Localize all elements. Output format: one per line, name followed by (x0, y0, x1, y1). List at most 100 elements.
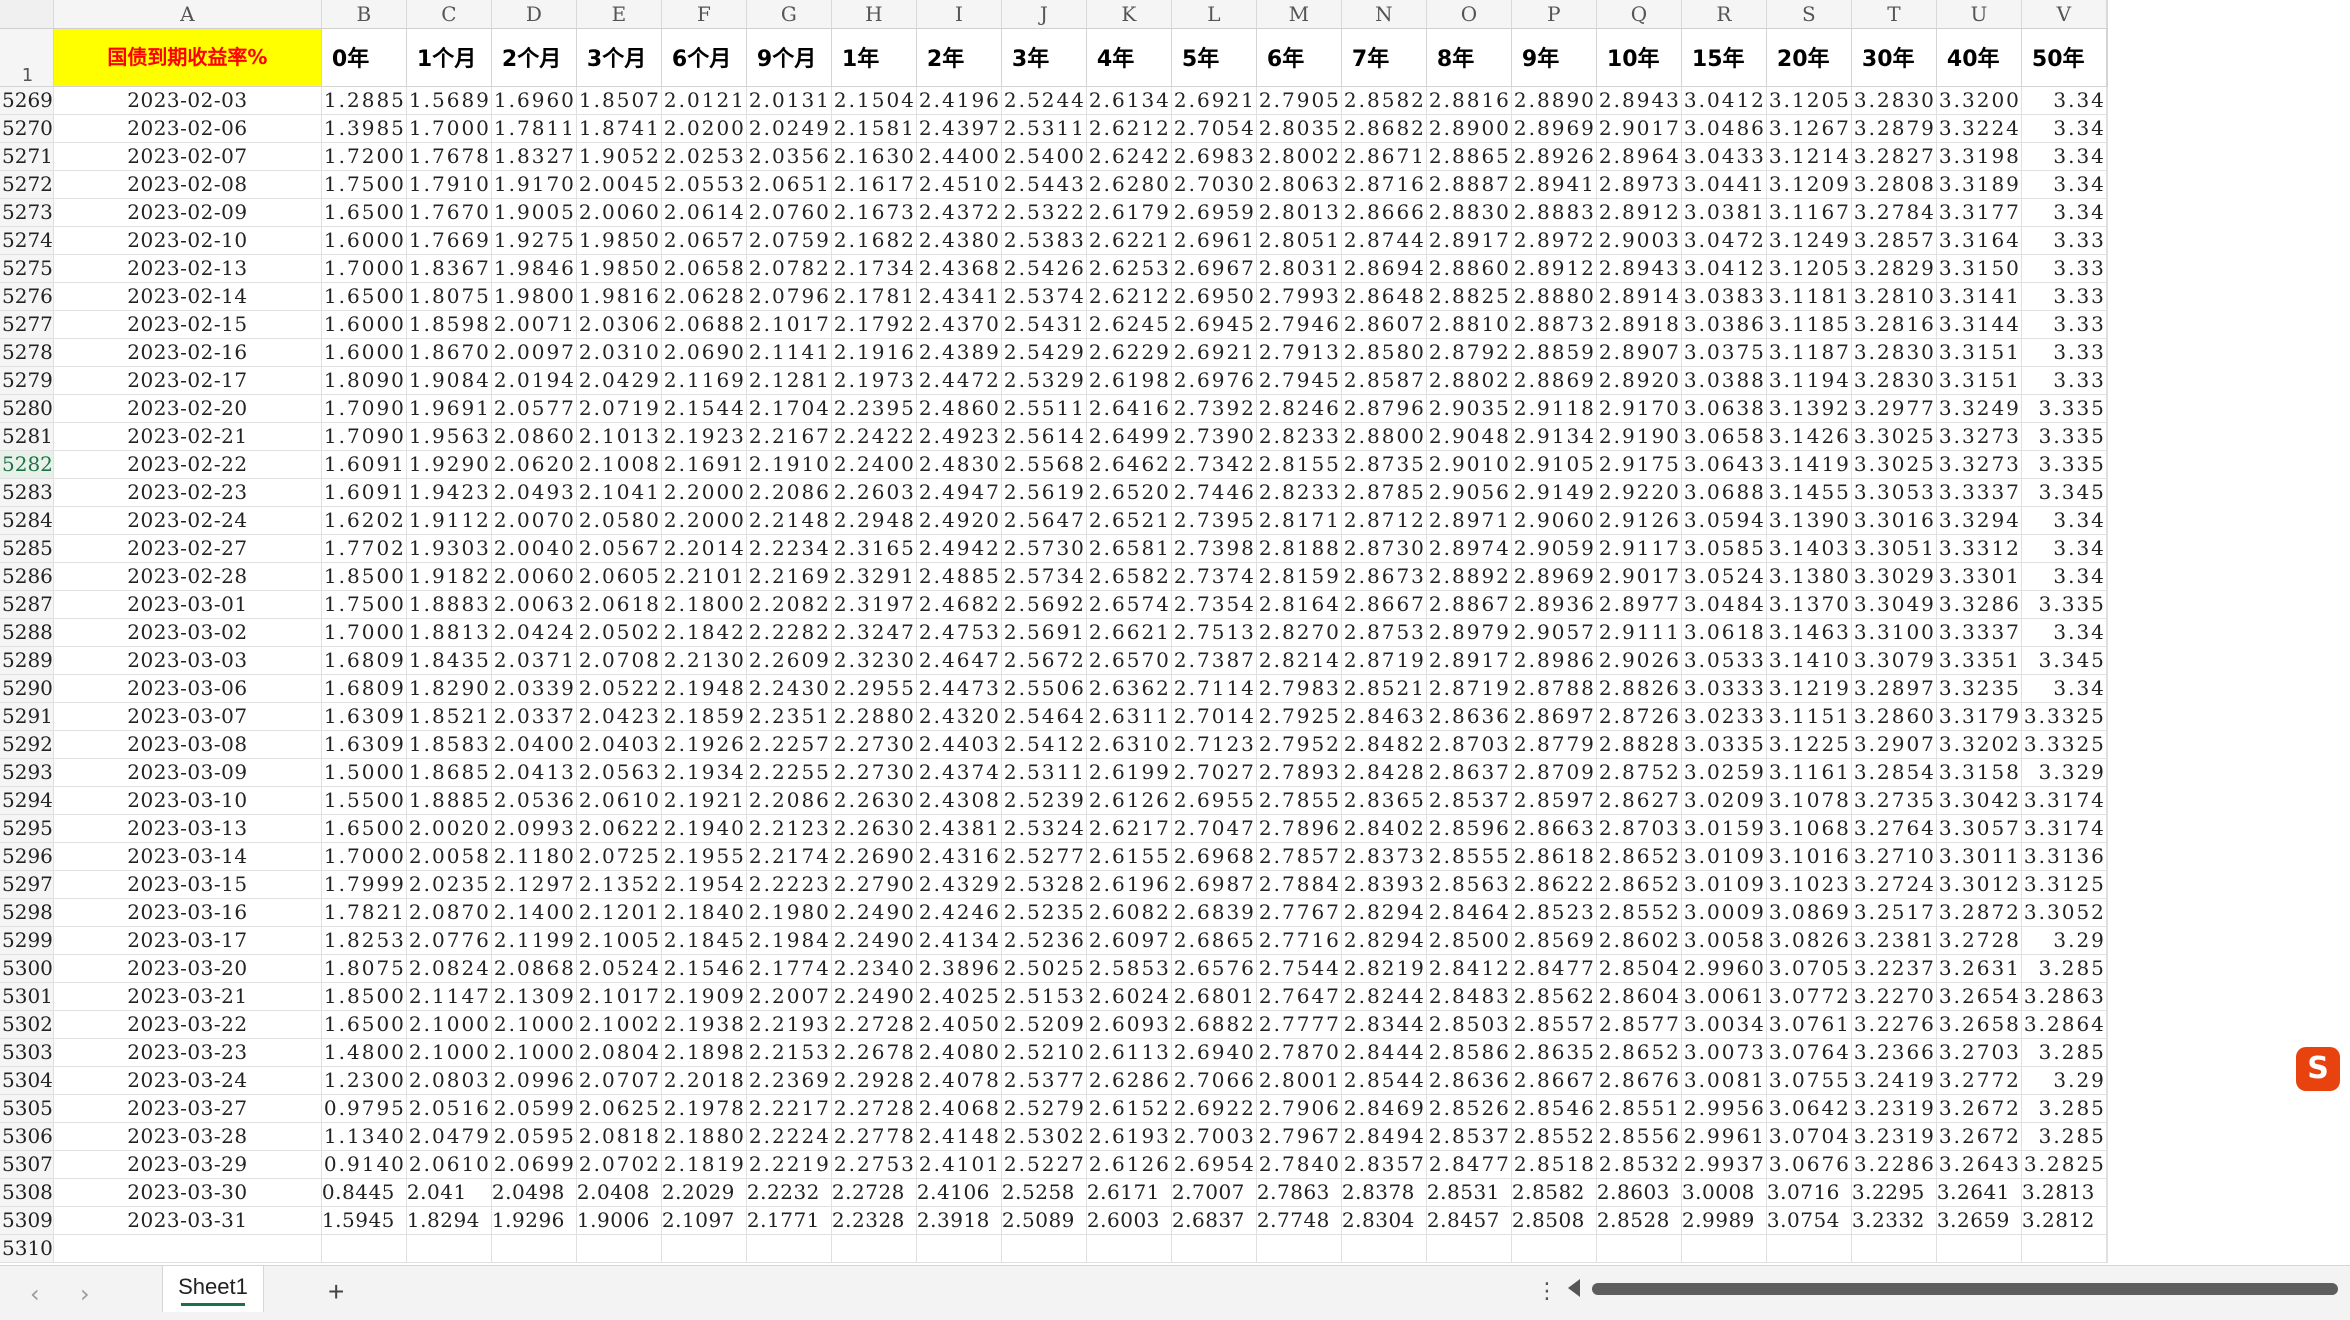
date-cell[interactable]: 2023-02-09 (53, 198, 322, 227)
yield-cell[interactable]: 2.4753 (916, 618, 1002, 647)
yield-cell[interactable]: 2.8676 (1596, 1066, 1682, 1095)
yield-cell[interactable]: 2.9048 (1426, 422, 1512, 451)
yield-cell[interactable]: 2.1000 (406, 1010, 492, 1039)
yield-cell[interactable]: 2.8972 (1511, 226, 1597, 255)
row-header[interactable]: 5277 (0, 310, 54, 339)
yield-cell[interactable]: 2.8604 (1596, 982, 1682, 1011)
prev-sheet-arrow-icon[interactable]: ‹ (30, 1280, 40, 1308)
cell[interactable] (2106, 1010, 2108, 1039)
yield-cell[interactable]: 3.2381 (1851, 926, 1937, 955)
yield-cell[interactable]: 2.8667 (1341, 590, 1427, 619)
yield-cell[interactable]: 2.7395 (1171, 506, 1257, 535)
row-header[interactable]: 5278 (0, 338, 54, 367)
yield-cell[interactable]: 3.2772 (1936, 1066, 2022, 1095)
yield-cell[interactable]: 2.5734 (1001, 562, 1087, 591)
yield-cell[interactable]: 2.1617 (831, 170, 917, 199)
yield-cell[interactable]: 2.2086 (746, 786, 832, 815)
yield-cell[interactable]: 2.1281 (746, 366, 832, 395)
yield-cell[interactable]: 2.6155 (1086, 842, 1172, 871)
yield-cell[interactable]: 2.6961 (1171, 226, 1257, 255)
yield-cell[interactable]: 2.6134 (1086, 86, 1172, 115)
yield-cell[interactable]: 2.2224 (746, 1122, 832, 1151)
yield-cell[interactable]: 2.0605 (576, 562, 662, 591)
yield-cell[interactable]: 2.8552 (1511, 1122, 1597, 1151)
yield-cell[interactable]: 2.0610 (576, 786, 662, 815)
yield-cell[interactable]: 2.8830 (1426, 198, 1512, 227)
row-header[interactable]: 5300 (0, 954, 54, 983)
yield-cell[interactable]: 3.345 (2021, 646, 2107, 675)
date-cell[interactable]: 2023-02-07 (53, 142, 322, 171)
yield-cell[interactable]: 2.4885 (916, 562, 1002, 591)
yield-cell[interactable]: 2.7946 (1256, 310, 1342, 339)
yield-cell[interactable]: 2.2086 (746, 478, 832, 507)
yield-cell[interactable]: 2.2400 (831, 450, 917, 479)
yield-cell[interactable]: 2.2217 (746, 1094, 832, 1123)
yield-cell[interactable]: 3.0233 (1681, 702, 1767, 731)
yield-cell[interactable]: 2.1630 (831, 142, 917, 171)
yield-cell[interactable]: 1.9182 (406, 562, 492, 591)
yield-cell[interactable]: 2.0818 (576, 1122, 662, 1151)
yield-cell[interactable]: 2.8393 (1341, 870, 1427, 899)
column-header-g[interactable]: G (746, 0, 832, 29)
yield-cell[interactable]: 2.2948 (831, 506, 917, 535)
yield-cell[interactable]: 2.6987 (1171, 870, 1257, 899)
yield-cell[interactable]: 2.4106 (916, 1178, 1002, 1207)
yield-cell[interactable]: 3.2728 (1936, 926, 2022, 955)
cell[interactable] (2106, 86, 2108, 115)
yield-cell[interactable]: 3.2825 (2021, 1150, 2107, 1179)
yield-cell[interactable]: 2.8800 (1341, 422, 1427, 451)
yield-cell[interactable]: 2.0424 (491, 618, 577, 647)
yield-cell[interactable]: 2.1734 (831, 254, 917, 283)
yield-cell[interactable]: 2.4510 (916, 170, 1002, 199)
yield-cell[interactable]: 2.7945 (1256, 366, 1342, 395)
yield-cell[interactable]: 2.0194 (491, 366, 577, 395)
yield-cell[interactable]: 2.3291 (831, 562, 917, 591)
date-cell[interactable]: 2023-03-03 (53, 646, 322, 675)
yield-cell[interactable]: 2.1309 (491, 982, 577, 1011)
yield-cell[interactable]: 2.8013 (1256, 198, 1342, 227)
yield-cell[interactable]: 2.2753 (831, 1150, 917, 1179)
yield-cell[interactable]: 2.8712 (1341, 506, 1427, 535)
yield-cell[interactable]: 2.2082 (746, 590, 832, 619)
yield-cell[interactable]: 2.4920 (916, 506, 1002, 535)
yield-cell[interactable]: 2.1013 (576, 422, 662, 451)
yield-cell[interactable]: 2.6152 (1086, 1094, 1172, 1123)
yield-cell[interactable]: 2.7855 (1256, 786, 1342, 815)
yield-cell[interactable]: 2.8508 (1511, 1206, 1597, 1235)
yield-cell[interactable]: 2.5025 (1001, 954, 1087, 983)
yield-cell[interactable]: 2.3247 (831, 618, 917, 647)
yield-cell[interactable]: 2.2193 (746, 1010, 832, 1039)
yield-cell[interactable] (2021, 1234, 2107, 1263)
yield-cell[interactable]: 2.8636 (1426, 1066, 1512, 1095)
yield-cell[interactable]: 2.0868 (491, 954, 577, 983)
yield-cell[interactable]: 3.2907 (1851, 730, 1937, 759)
yield-cell[interactable]: 2.0796 (746, 282, 832, 311)
yield-cell[interactable]: 3.3202 (1936, 730, 2022, 759)
yield-cell[interactable]: 2.8365 (1341, 786, 1427, 815)
yield-cell[interactable]: 1.6500 (321, 282, 407, 311)
row-header[interactable]: 5271 (0, 142, 54, 171)
yield-cell[interactable]: 2.8544 (1341, 1066, 1427, 1095)
yield-cell[interactable]: 2.5235 (1001, 898, 1087, 927)
yield-cell[interactable]: 3.3136 (2021, 842, 2107, 871)
yield-cell[interactable]: 2.8883 (1511, 198, 1597, 227)
yield-cell[interactable]: 1.8500 (321, 562, 407, 591)
yield-cell[interactable]: 3.0772 (1766, 982, 1852, 1011)
yield-cell[interactable]: 3.3079 (1851, 646, 1937, 675)
yield-cell[interactable]: 3.0704 (1766, 1122, 1852, 1151)
yield-cell[interactable]: 2.0058 (406, 842, 492, 871)
yield-cell[interactable]: 2.5568 (1001, 450, 1087, 479)
cell[interactable] (2106, 618, 2108, 647)
yield-cell[interactable]: 2.8563 (1426, 870, 1512, 899)
yield-cell[interactable]: 3.3337 (1936, 478, 2022, 507)
yield-cell[interactable]: 2.0249 (746, 114, 832, 143)
yield-cell[interactable]: 2.8270 (1256, 618, 1342, 647)
row-header[interactable]: 5286 (0, 562, 54, 591)
yield-cell[interactable]: 2.8810 (1426, 310, 1512, 339)
cell[interactable] (2106, 394, 2108, 423)
yield-cell[interactable]: 2.8378 (1341, 1178, 1427, 1207)
yield-cell[interactable] (1851, 1234, 1937, 1263)
yield-cell[interactable]: 2.0200 (661, 114, 747, 143)
yield-cell[interactable]: 2.9190 (1596, 422, 1682, 451)
yield-cell[interactable]: 2.2000 (661, 478, 747, 507)
